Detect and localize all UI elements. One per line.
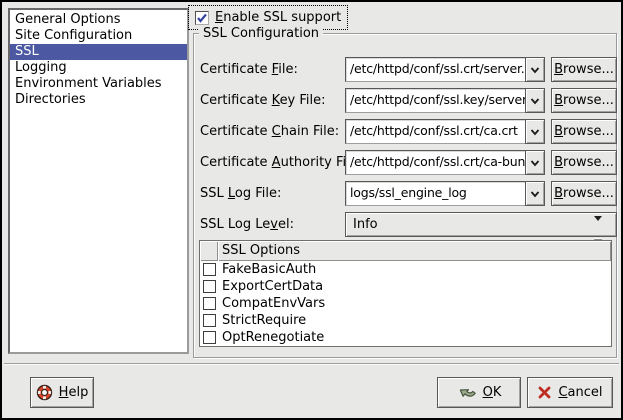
ssl-options-table: SSL Options FakeBasicAuth ExportCertData…: [199, 240, 612, 347]
certificate-file-dropdown-button[interactable]: [525, 57, 545, 82]
certificate-key-file-dropdown-button[interactable]: [525, 88, 545, 113]
browse-button-label: Browse...: [554, 155, 614, 170]
option-label: StrictRequire: [222, 313, 306, 328]
certificate-chain-file-dropdown-button[interactable]: [525, 119, 545, 144]
browse-button-label: Browse...: [554, 62, 614, 77]
ssl-log-level-row: SSL Log Level: Info: [0, 212, 623, 237]
ssl-log-file-input[interactable]: logs/ssl_engine_log: [345, 181, 526, 206]
certificate-chain-file-browse-button[interactable]: Browse...: [551, 119, 617, 144]
ssl-log-file-value: logs/ssl_engine_log: [346, 182, 525, 204]
certificate-file-browse-button[interactable]: Browse...: [551, 57, 617, 82]
table-row[interactable]: CompatEnvVars: [200, 295, 611, 312]
option-checkbox[interactable]: [203, 314, 216, 327]
certificate-key-file-value: /etc/httpd/conf/ssl.key/server.: [346, 89, 525, 111]
certificate-chain-file-label: Certificate Chain File:: [200, 124, 339, 139]
option-label: OptRenegotiate: [222, 330, 324, 345]
certificate-chain-file-input[interactable]: /etc/httpd/conf/ssl.crt/ca.crt: [345, 119, 526, 144]
help-button[interactable]: Help: [30, 377, 94, 408]
certificate-key-file-input[interactable]: /etc/httpd/conf/ssl.key/server.: [345, 88, 526, 113]
ssl-log-file-row: SSL Log File: logs/ssl_engine_log Browse…: [0, 181, 623, 206]
ssl-log-level-label: SSL Log Level:: [200, 217, 294, 232]
certificate-authority-file-browse-button[interactable]: Browse...: [551, 150, 617, 175]
certificate-authority-file-dropdown-button[interactable]: [525, 150, 545, 175]
sidebar-item-general-options[interactable]: General Options: [10, 12, 187, 28]
chevron-down-icon: [530, 128, 540, 136]
sidebar-item-site-configuration[interactable]: Site Configuration: [10, 28, 187, 44]
table-header-ssl-options[interactable]: SSL Options: [218, 241, 611, 261]
table-row[interactable]: ExportCertData: [200, 278, 611, 295]
cancel-x-icon: [537, 385, 552, 400]
cancel-button[interactable]: Cancel: [527, 377, 613, 408]
help-button-label: Help: [59, 385, 89, 400]
certificate-chain-file-row: Certificate Chain File: /etc/httpd/conf/…: [0, 119, 623, 144]
certificate-authority-file-value: /etc/httpd/conf/ssl.crt/ca-bund: [346, 151, 525, 173]
certificate-authority-file-label: Certificate Authority File:: [200, 155, 362, 170]
cancel-button-label: Cancel: [558, 385, 602, 400]
certificate-file-row: Certificate File: /etc/httpd/conf/ssl.cr…: [0, 57, 623, 82]
certificate-key-file-label: Certificate Key File:: [200, 93, 326, 108]
browse-button-label: Browse...: [554, 93, 614, 108]
chevron-down-icon: [530, 159, 540, 167]
option-menu-indicator-icon: [594, 221, 603, 240]
certificate-authority-file-input[interactable]: /etc/httpd/conf/ssl.crt/ca-bund: [345, 150, 526, 175]
option-label: CompatEnvVars: [222, 296, 325, 311]
ok-button-label: OK: [483, 385, 502, 400]
ssl-log-file-dropdown-button[interactable]: [525, 181, 545, 206]
certificate-key-file-browse-button[interactable]: Browse...: [551, 88, 617, 113]
ssl-log-level-value: Info: [353, 217, 378, 232]
table-header: SSL Options: [200, 241, 611, 261]
help-lifebuoy-icon: [36, 384, 53, 401]
option-checkbox[interactable]: [203, 297, 216, 310]
ssl-configuration-window: General Options Site Configuration SSL L…: [0, 0, 623, 420]
option-label: FakeBasicAuth: [222, 262, 316, 277]
option-checkbox[interactable]: [203, 263, 216, 276]
certificate-file-input[interactable]: /etc/httpd/conf/ssl.crt/server.c: [345, 57, 526, 82]
option-label: ExportCertData: [222, 279, 323, 294]
ok-enter-arrow-icon: [457, 383, 477, 403]
ssl-log-level-select[interactable]: Info: [345, 212, 617, 237]
checkbox-box[interactable]: [195, 11, 209, 25]
ssl-log-file-browse-button[interactable]: Browse...: [551, 181, 617, 206]
table-row[interactable]: StrictRequire: [200, 312, 611, 329]
certificate-authority-file-row: Certificate Authority File: /etc/httpd/c…: [0, 150, 623, 175]
chevron-down-icon: [530, 66, 540, 74]
certificate-file-label: Certificate File:: [200, 62, 298, 77]
chevron-down-icon: [530, 190, 540, 198]
certificate-file-value: /etc/httpd/conf/ssl.crt/server.c: [346, 58, 525, 80]
frame-title: SSL Configuration: [199, 26, 323, 41]
option-checkbox[interactable]: [203, 331, 216, 344]
table-row[interactable]: OptRenegotiate: [200, 329, 611, 346]
ssl-log-file-label: SSL Log File:: [200, 186, 281, 201]
certificate-chain-file-value: /etc/httpd/conf/ssl.crt/ca.crt: [346, 120, 525, 142]
table-header-checkbox-column[interactable]: [200, 241, 218, 261]
table-row[interactable]: FakeBasicAuth: [200, 261, 611, 278]
chevron-down-icon: [530, 97, 540, 105]
ok-button[interactable]: OK: [437, 377, 521, 408]
browse-button-label: Browse...: [554, 124, 614, 139]
certificate-key-file-row: Certificate Key File: /etc/httpd/conf/ss…: [0, 88, 623, 113]
separator: [4, 363, 619, 364]
enable-ssl-label: Enable SSL support: [215, 10, 341, 25]
checkmark-icon: [196, 12, 208, 24]
option-checkbox[interactable]: [203, 280, 216, 293]
browse-button-label: Browse...: [554, 186, 614, 201]
